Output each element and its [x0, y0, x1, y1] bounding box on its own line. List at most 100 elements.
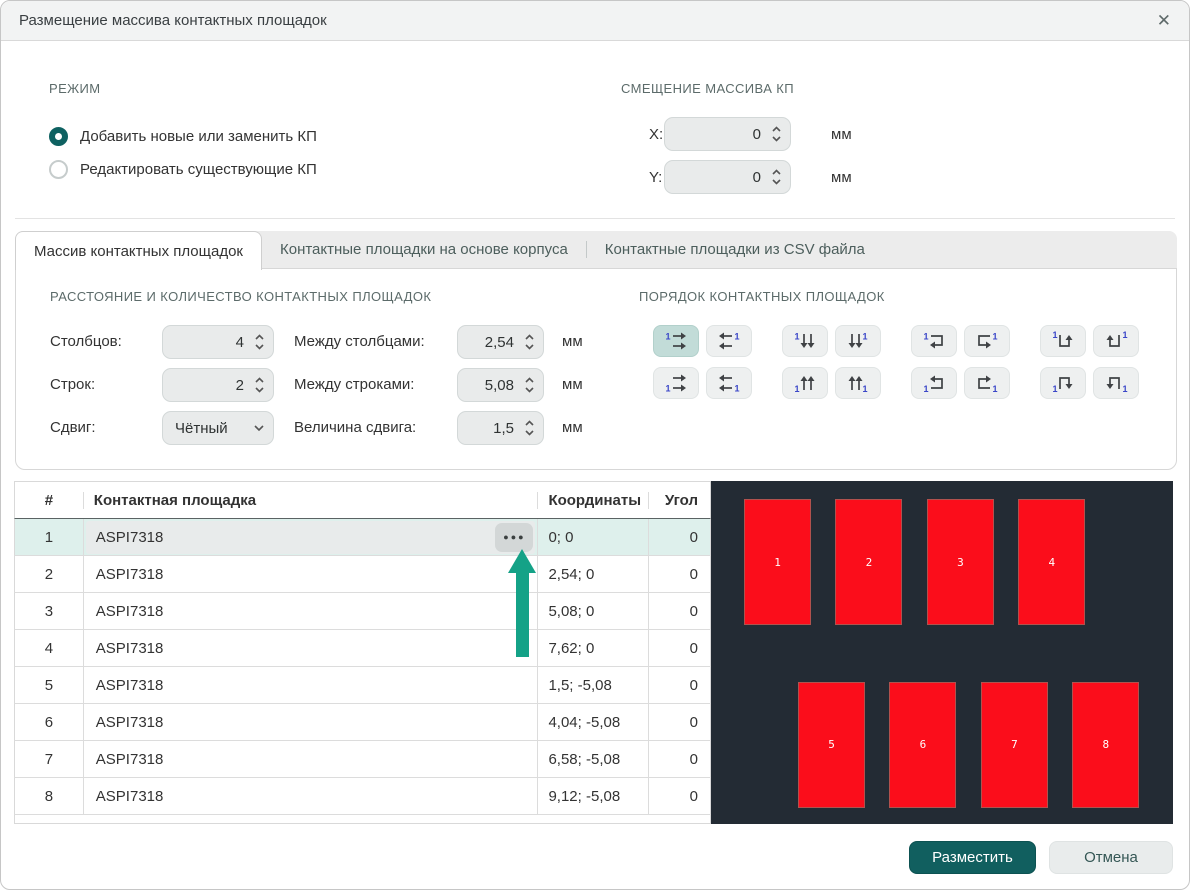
row-number: 8: [15, 778, 83, 814]
table-row[interactable]: 4ASPI73187,62; 00: [14, 630, 711, 667]
spinner-chevrons-icon[interactable]: [524, 418, 535, 438]
order-button-snake-cols-from-bottom-left[interactable]: 1: [1040, 367, 1086, 399]
order-button-cols-down-from-top-left[interactable]: 1: [782, 325, 828, 357]
order-button-rows-left-from-top-right[interactable]: 1: [706, 325, 752, 357]
preview-pad: 5: [798, 682, 865, 808]
preview-pad: 7: [981, 682, 1048, 808]
table-row[interactable]: 2ASPI73182,54; 00: [14, 556, 711, 593]
spinner-value: 4: [175, 334, 254, 351]
unit-label: мм: [831, 169, 852, 186]
place-button[interactable]: Разместить: [909, 841, 1036, 874]
radio-label: Добавить новые или заменить КП: [80, 128, 317, 145]
spinner-value: 1,5: [470, 420, 524, 437]
snake-cols-from-bottom-right-icon: 1: [1103, 372, 1129, 394]
distance-spinner[interactable]: 5,08: [457, 368, 544, 402]
svg-text:1: 1: [993, 332, 998, 342]
spacing-heading: РАССТОЯНИЕ И КОЛИЧЕСТВО КОНТАКТНЫХ ПЛОЩА…: [50, 289, 431, 304]
radio-selected-icon[interactable]: [49, 127, 68, 146]
preview-pad-number: 2: [866, 556, 873, 569]
order-button-rows-right-from-bottom-left[interactable]: 1: [653, 367, 699, 399]
titlebar: Размещение массива контактных площадок ✕: [1, 1, 1189, 41]
spinner-value: 2: [175, 377, 254, 394]
preview-pad-number: 6: [920, 738, 927, 751]
tab-label: Массив контактных площадок: [34, 243, 243, 260]
svg-text:1: 1: [1123, 384, 1128, 394]
preview-pad-number: 8: [1103, 738, 1110, 751]
offset-heading: СМЕЩЕНИЕ МАССИВА КП: [621, 81, 794, 96]
order-group: 1111: [782, 325, 881, 399]
svg-text:1: 1: [863, 332, 868, 342]
cols-down-from-top-right-icon: 1: [845, 330, 871, 352]
count-spinner[interactable]: 4: [162, 325, 274, 359]
pad-name-field[interactable]: ASPI7318 ●●●: [86, 521, 536, 554]
row-coords: 5,08; 0: [537, 593, 648, 629]
offset-x-spinner[interactable]: 0: [664, 117, 791, 151]
order-button-snake-cols-from-top-left[interactable]: 1: [1040, 325, 1086, 357]
dialog-title: Размещение массива контактных площадок: [19, 12, 327, 29]
spinner-chevrons-icon[interactable]: [524, 332, 535, 352]
spinner-chevrons-icon[interactable]: [771, 124, 782, 144]
order-button-cols-up-from-bottom-left[interactable]: 1: [782, 367, 828, 399]
svg-text:1: 1: [735, 384, 740, 394]
offset-axis-label: Y:: [649, 169, 664, 186]
table-row[interactable]: 3ASPI73185,08; 00: [14, 593, 711, 630]
row-coords: 7,62; 0: [537, 630, 648, 666]
close-icon[interactable]: ✕: [1157, 11, 1171, 31]
row-angle: 0: [648, 704, 710, 740]
order-button-rows-left-from-bottom-right[interactable]: 1: [706, 367, 752, 399]
chevron-down-icon[interactable]: [253, 424, 265, 432]
annotation-arrow-shaft: [516, 573, 529, 657]
tab-footprint-pads[interactable]: Контактные площадки на основе корпуса: [262, 231, 586, 268]
radio-option[interactable]: Добавить новые или заменить КП: [49, 126, 317, 146]
table-row[interactable]: 8ASPI73189,12; -5,080: [14, 778, 711, 815]
svg-text:1: 1: [1053, 384, 1058, 394]
table-row[interactable]: 7ASPI73186,58; -5,080: [14, 741, 711, 778]
unit-label: мм: [562, 419, 583, 436]
radio-unselected-icon[interactable]: [49, 160, 68, 179]
distance-spinner[interactable]: 2,54: [457, 325, 544, 359]
snake-rows-from-bottom-left-icon: 1: [921, 372, 947, 394]
distance-spinner[interactable]: 1,5: [457, 411, 544, 445]
pad-array-dialog: Размещение массива контактных площадок ✕…: [0, 0, 1190, 890]
spinner-chevrons-icon[interactable]: [771, 167, 782, 187]
spinner-value: 2,54: [470, 334, 524, 351]
tab-csv-pads[interactable]: Контактные площадки из CSV файла: [587, 231, 883, 268]
pad-name: ASPI7318: [96, 529, 164, 546]
count-spinner[interactable]: 2: [162, 368, 274, 402]
offset-y-spinner[interactable]: 0: [664, 160, 791, 194]
row-number: 4: [15, 630, 83, 666]
section-divider: [15, 218, 1175, 219]
spinner-value: 0: [677, 126, 771, 143]
table-row[interactable]: 5ASPI73181,5; -5,080: [14, 667, 711, 704]
tab-pad-array[interactable]: Массив контактных площадок: [15, 231, 262, 270]
table-row[interactable]: 1ASPI7318●●●0; 00: [14, 519, 711, 556]
ellipsis-button[interactable]: ●●●: [495, 523, 533, 552]
offset-row: X:0мм: [649, 117, 889, 151]
order-button-rows-right-from-top-left[interactable]: 1: [653, 325, 699, 357]
order-button-snake-cols-from-bottom-right[interactable]: 1: [1093, 367, 1139, 399]
order-button-snake-rows-from-top-right[interactable]: 1: [964, 325, 1010, 357]
order-button-cols-down-from-top-right[interactable]: 1: [835, 325, 881, 357]
order-button-snake-rows-from-top-left[interactable]: 1: [911, 325, 957, 357]
table-row[interactable]: 6ASPI73184,04; -5,080: [14, 704, 711, 741]
spinner-chevrons-icon[interactable]: [524, 375, 535, 395]
annotation-arrow-head-icon: [508, 549, 536, 573]
rows-right-from-top-left-icon: 1: [663, 330, 689, 352]
row-coords: 1,5; -5,08: [537, 667, 648, 703]
field-label: Величина сдвига:: [294, 419, 416, 436]
cancel-button[interactable]: Отмена: [1049, 841, 1173, 874]
order-button-snake-rows-from-bottom-right[interactable]: 1: [964, 367, 1010, 399]
order-button-snake-cols-from-top-right[interactable]: 1: [1093, 325, 1139, 357]
spinner-chevrons-icon[interactable]: [254, 375, 265, 395]
row-number: 7: [15, 741, 83, 777]
order-button-cols-up-from-bottom-right[interactable]: 1: [835, 367, 881, 399]
spinner-chevrons-icon[interactable]: [254, 332, 265, 352]
svg-text:1: 1: [924, 384, 929, 394]
spinner-value: 5,08: [470, 377, 524, 394]
order-button-snake-rows-from-bottom-left[interactable]: 1: [911, 367, 957, 399]
radio-option[interactable]: Редактировать существующие КП: [49, 159, 317, 179]
snake-cols-from-top-left-icon: 1: [1050, 330, 1076, 352]
svg-text:1: 1: [666, 332, 671, 342]
field-label: Сдвиг:: [50, 419, 96, 436]
shift-select[interactable]: Чётный: [162, 411, 274, 445]
